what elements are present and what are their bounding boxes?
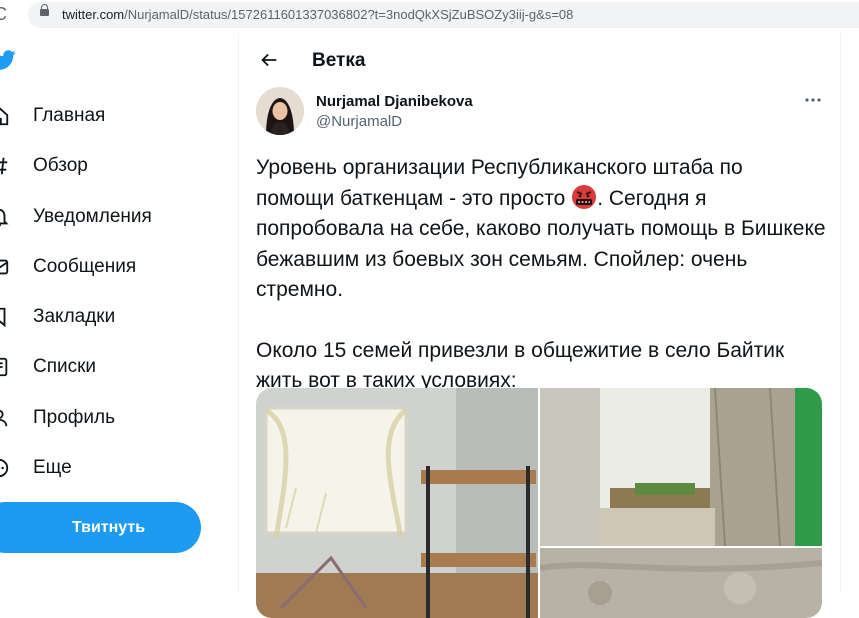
lock-icon[interactable]: [40, 9, 49, 16]
sidebar-item-label: Обзор: [33, 155, 88, 177]
tweet-button[interactable]: Твитнуть: [0, 502, 201, 553]
sidebar-item-label: Списки: [33, 356, 96, 378]
cursing-face-emoji: [571, 184, 597, 210]
reload-icon[interactable]: C: [0, 4, 7, 25]
url-host: twitter.com: [62, 7, 124, 22]
sidebar-item-label: Сообщения: [33, 256, 136, 278]
tweet-text: Уровень организации Республиканского шта…: [256, 153, 826, 397]
sidebar-item-label: Закладки: [33, 306, 115, 328]
url-path: /NurjamalD/status/1572611601337036802?t=…: [124, 7, 573, 22]
url-text[interactable]: twitter.com/NurjamalD/status/15726116013…: [62, 7, 573, 22]
person-icon: [0, 407, 10, 429]
envelope-icon: [0, 256, 10, 278]
sidebar-item-label: Уведомления: [33, 206, 152, 228]
tweet-media-grid: [256, 388, 822, 618]
list-icon: [0, 356, 10, 378]
thread-column: Ветка Nurjamal Djanibekova @NurjamalD Ур…: [238, 33, 841, 593]
more-circle-icon: [0, 457, 10, 479]
page-title: Ветка: [312, 50, 365, 72]
browser-address-bar: C twitter.com/NurjamalD/status/157261160…: [0, 0, 859, 30]
author-name[interactable]: Nurjamal Djanibekova: [316, 93, 473, 110]
back-arrow-icon[interactable]: [258, 49, 280, 71]
sidebar-item-label: Еще: [33, 457, 72, 479]
bell-icon: [0, 206, 10, 228]
more-options-icon[interactable]: [803, 90, 823, 110]
sidebar-item-label: Главная: [33, 105, 105, 127]
tweet-photo[interactable]: [540, 548, 822, 618]
sidebar-item-label: Профиль: [33, 407, 115, 429]
twitter-bird-icon[interactable]: [0, 48, 16, 72]
tweet-photo[interactable]: [540, 388, 822, 546]
home-icon: [0, 105, 10, 127]
author-handle[interactable]: @NurjamalD: [316, 113, 402, 130]
bookmark-icon: [0, 306, 10, 328]
tweet-photo[interactable]: [256, 388, 538, 618]
avatar[interactable]: [256, 87, 304, 135]
hashtag-icon: [0, 155, 10, 177]
